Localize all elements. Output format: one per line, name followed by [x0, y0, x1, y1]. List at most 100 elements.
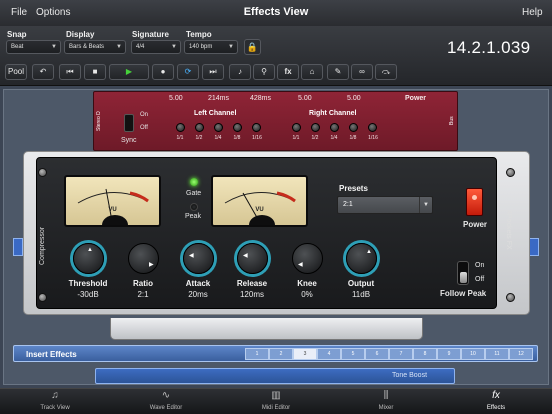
menu-options[interactable]: Options	[36, 7, 70, 18]
fast-forward-button[interactable]: ⏭	[202, 64, 224, 80]
delay-power-label: Power	[405, 95, 427, 102]
attack-knob[interactable]: ◀	[183, 243, 214, 274]
chevron-down-icon: ▼	[51, 44, 57, 50]
snap-label: Snap	[7, 30, 27, 39]
binoculars-button[interactable]: ∞	[351, 64, 373, 80]
sync-toggle[interactable]	[124, 114, 134, 132]
stereo-delay-plugin[interactable]: Stereo D Bus 5.00 214ms 428ms 5.00 5.00 …	[93, 91, 458, 151]
chevron-down-icon: ▼	[228, 44, 234, 50]
tab-mixer[interactable]: ⫼ Mixer	[356, 389, 416, 414]
metronome-button[interactable]: ♪	[229, 64, 251, 80]
vu-label: VU	[255, 207, 264, 213]
brand-label: 4Pockets FX	[505, 210, 512, 250]
release-knob[interactable]: ◀	[237, 243, 268, 274]
undo-button[interactable]: ↶	[32, 64, 54, 80]
piano-icon: ▥	[271, 390, 281, 401]
routing-icon: ⤼	[381, 67, 391, 76]
rack-side-tab-right[interactable]	[529, 238, 539, 256]
knee-knob[interactable]: ◀	[292, 243, 323, 274]
attack-label: Attack	[185, 279, 211, 288]
left-division-knob[interactable]	[252, 123, 261, 132]
tone-boost-plugin[interactable]: Tone Boost	[95, 368, 455, 384]
insert-slot[interactable]: 11	[485, 348, 509, 360]
insert-slot[interactable]: 6	[365, 348, 389, 360]
attack-value: 20ms	[188, 290, 208, 299]
pool-button[interactable]: Pool	[5, 64, 27, 80]
duck-button[interactable]: ⌂	[301, 64, 323, 80]
screw-icon	[506, 293, 515, 302]
tab-midi-editor[interactable]: ▥ Midi Editor	[246, 389, 306, 414]
tab-effects[interactable]: fx Effects	[466, 389, 526, 414]
menu-help[interactable]: Help	[522, 7, 543, 18]
record-button[interactable]: ●	[152, 64, 174, 80]
tools-button[interactable]: ✎	[327, 64, 349, 80]
tab-label: Wave Editor	[149, 405, 183, 411]
power-button[interactable]	[466, 188, 483, 216]
right-division-knob[interactable]	[330, 123, 339, 132]
mixer-icon: ⫼	[383, 390, 389, 401]
knob-pointer: ▲	[366, 249, 372, 255]
peak-label: Peak	[185, 213, 201, 220]
loop-button[interactable]: ⟳	[177, 64, 199, 80]
insert-slot[interactable]: 5	[341, 348, 365, 360]
insert-slot-selected[interactable]: 3	[293, 348, 317, 360]
tab-wave-editor[interactable]: ∿ Wave Editor	[136, 389, 196, 414]
right-division-knob[interactable]	[292, 123, 301, 132]
right-division-knob[interactable]	[368, 123, 377, 132]
peak-button[interactable]	[190, 203, 198, 211]
insert-slot[interactable]: 1	[245, 348, 269, 360]
division-label: 1/4	[214, 135, 222, 141]
undo-icon: ↶	[39, 67, 47, 76]
lock-button[interactable]: 🔒	[244, 39, 261, 55]
presets-select[interactable]: 2:1 ▼	[337, 196, 433, 214]
left-division-knob[interactable]	[195, 123, 204, 132]
right-division-knob[interactable]	[349, 123, 358, 132]
follow-peak-toggle[interactable]	[457, 261, 469, 285]
insert-slot[interactable]: 8	[413, 348, 437, 360]
left-division-knob[interactable]	[176, 123, 185, 132]
output-knob[interactable]: ▲	[346, 243, 377, 274]
insert-slot[interactable]: 10	[461, 348, 485, 360]
lock-icon: 🔒	[246, 42, 259, 52]
rack-side-tab-left[interactable]	[13, 238, 23, 256]
chevron-down-icon: ▼	[171, 44, 177, 50]
snap-select[interactable]: Beat ▼	[6, 40, 61, 54]
rewind-button[interactable]: ⏮	[59, 64, 81, 80]
screw-icon	[506, 168, 515, 177]
release-value: 120ms	[239, 290, 264, 299]
fx-button[interactable]: fx	[277, 64, 299, 80]
delay-value: 428ms	[250, 95, 272, 102]
ratio-label: Ratio	[133, 279, 153, 288]
gain-reduction-vu-meter: VU	[211, 175, 308, 227]
left-division-knob[interactable]	[214, 123, 223, 132]
ratio-knob[interactable]: ▶	[128, 243, 159, 274]
power-lamp	[472, 195, 477, 200]
display-select[interactable]: Bars & Beats ▼	[64, 40, 126, 54]
sync-label: Sync	[121, 137, 137, 144]
record-icon: ●	[160, 67, 166, 76]
stop-button[interactable]: ■	[84, 64, 106, 80]
play-button[interactable]: ▶	[109, 64, 149, 80]
division-label: 1/4	[330, 135, 338, 141]
insert-effects-label: Insert Effects	[26, 350, 77, 359]
chevron-down-icon: ▼	[419, 197, 432, 213]
threshold-knob[interactable]: ▲	[73, 243, 104, 274]
tab-track-view[interactable]: ♫ Track View	[26, 389, 84, 414]
insert-slot[interactable]: 4	[317, 348, 341, 360]
zoom-button[interactable]: ⚲	[253, 64, 275, 80]
right-division-knob[interactable]	[311, 123, 320, 132]
menu-file[interactable]: File	[11, 7, 27, 18]
release-label: Release	[236, 279, 268, 288]
insert-slot[interactable]: 7	[389, 348, 413, 360]
play-icon: ▶	[125, 67, 133, 76]
tempo-select[interactable]: 140 bpm ▼	[184, 40, 238, 54]
insert-slot[interactable]: 2	[269, 348, 293, 360]
left-division-knob[interactable]	[233, 123, 242, 132]
signature-select[interactable]: 4/4 ▼	[131, 40, 181, 54]
knee-label: Knee	[297, 279, 317, 288]
screw-icon	[38, 168, 47, 177]
routing-button[interactable]: ⤼	[375, 64, 397, 80]
toggle-on-label: On	[475, 262, 485, 269]
insert-slot[interactable]: 9	[437, 348, 461, 360]
insert-slot[interactable]: 12	[509, 348, 533, 360]
